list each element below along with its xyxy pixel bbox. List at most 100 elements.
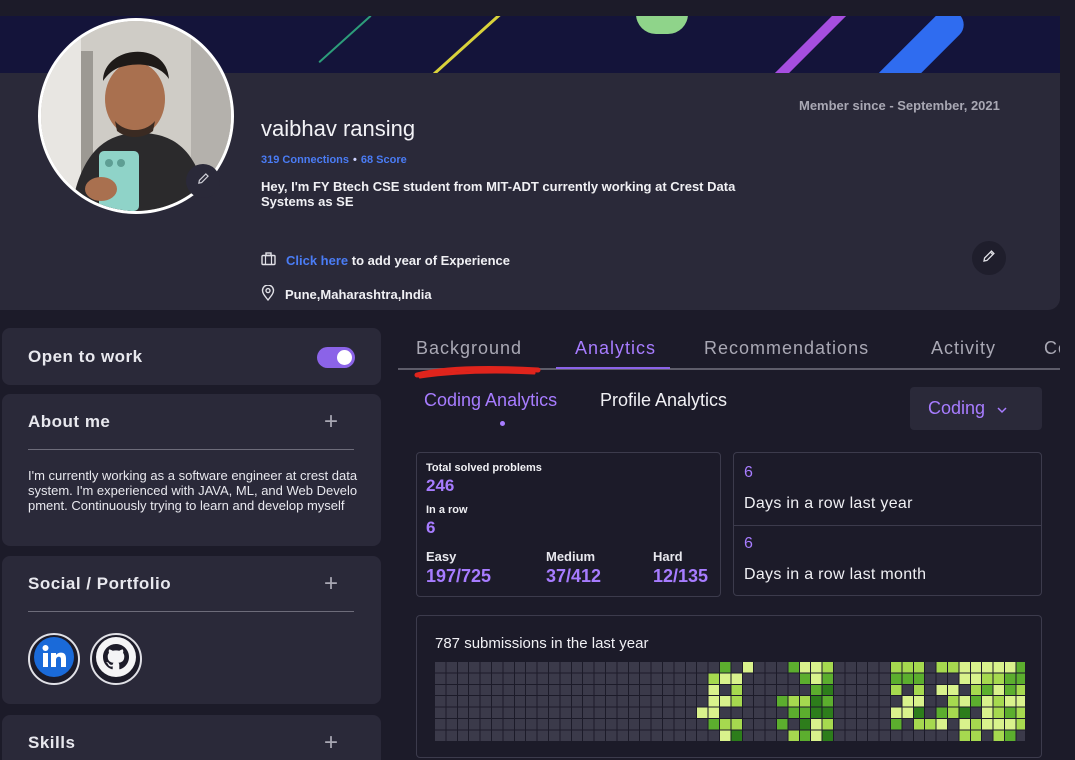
heatmap-cell[interactable] xyxy=(480,707,491,718)
heatmap-cell[interactable] xyxy=(913,730,925,741)
heatmap-cell[interactable] xyxy=(788,684,799,696)
heatmap-cell[interactable] xyxy=(446,673,457,684)
heatmap-cell[interactable] xyxy=(879,696,890,707)
heatmap-cell[interactable] xyxy=(834,673,845,684)
heatmap-cell[interactable] xyxy=(993,662,1004,673)
heatmap-cell[interactable] xyxy=(754,684,765,696)
heatmap-cell[interactable] xyxy=(628,719,640,730)
heatmap-cell[interactable] xyxy=(742,684,754,696)
heatmap-cell[interactable] xyxy=(811,662,822,673)
heatmap-cell[interactable] xyxy=(537,673,548,684)
heatmap-cell[interactable] xyxy=(868,730,879,741)
tab-background[interactable]: Background xyxy=(416,338,522,359)
heatmap-cell[interactable] xyxy=(788,719,799,730)
heatmap-cell[interactable] xyxy=(1016,719,1025,730)
heatmap-cell[interactable] xyxy=(708,673,719,684)
heatmap-cell[interactable] xyxy=(720,707,731,718)
add-social-button[interactable]: + xyxy=(324,572,338,596)
heatmap-cell[interactable] xyxy=(948,730,959,741)
heatmap-cell[interactable] xyxy=(446,684,457,696)
heatmap-cell[interactable] xyxy=(811,707,822,718)
heatmap-cell[interactable] xyxy=(503,696,514,707)
heatmap-cell[interactable] xyxy=(902,707,913,718)
heatmap-cell[interactable] xyxy=(492,719,503,730)
heatmap-cell[interactable] xyxy=(868,707,879,718)
heatmap-cell[interactable] xyxy=(982,707,993,718)
heatmap-cell[interactable] xyxy=(720,684,731,696)
heatmap-cell[interactable] xyxy=(514,730,526,741)
heatmap-cell[interactable] xyxy=(845,707,856,718)
heatmap-cell[interactable] xyxy=(435,730,446,741)
heatmap-cell[interactable] xyxy=(788,707,799,718)
heatmap-cell[interactable] xyxy=(606,684,617,696)
heatmap-cell[interactable] xyxy=(469,707,480,718)
heatmap-cell[interactable] xyxy=(799,673,811,684)
heatmap-cell[interactable] xyxy=(560,673,571,684)
heatmap-cell[interactable] xyxy=(868,673,879,684)
heatmap-cell[interactable] xyxy=(765,684,776,696)
heatmap-cell[interactable] xyxy=(834,662,845,673)
heatmap-cell[interactable] xyxy=(526,662,537,673)
heatmap-cell[interactable] xyxy=(811,696,822,707)
heatmap-cell[interactable] xyxy=(583,707,594,718)
tab-overflow[interactable]: Co xyxy=(1044,338,1060,359)
heatmap-cell[interactable] xyxy=(765,673,776,684)
heatmap-cell[interactable] xyxy=(503,707,514,718)
heatmap-cell[interactable] xyxy=(902,662,913,673)
heatmap-cell[interactable] xyxy=(936,673,947,684)
heatmap-cell[interactable] xyxy=(446,719,457,730)
tab-analytics[interactable]: Analytics xyxy=(575,338,656,359)
heatmap-cell[interactable] xyxy=(435,719,446,730)
heatmap-cell[interactable] xyxy=(674,730,685,741)
heatmap-cell[interactable] xyxy=(959,707,970,718)
heatmap-cell[interactable] xyxy=(891,707,902,718)
heatmap-cell[interactable] xyxy=(628,662,640,673)
heatmap-cell[interactable] xyxy=(913,673,925,684)
heatmap-cell[interactable] xyxy=(720,719,731,730)
heatmap-cell[interactable] xyxy=(549,696,560,707)
heatmap-cell[interactable] xyxy=(902,730,913,741)
heatmap-cell[interactable] xyxy=(571,684,583,696)
heatmap-cell[interactable] xyxy=(651,730,662,741)
heatmap-cell[interactable] xyxy=(948,719,959,730)
heatmap-cell[interactable] xyxy=(925,696,936,707)
heatmap-cell[interactable] xyxy=(674,696,685,707)
heatmap-cell[interactable] xyxy=(1016,673,1025,684)
heatmap-cell[interactable] xyxy=(1005,662,1016,673)
heatmap-cell[interactable] xyxy=(891,730,902,741)
heatmap-cell[interactable] xyxy=(663,730,674,741)
heatmap-cell[interactable] xyxy=(777,696,788,707)
heatmap-cell[interactable] xyxy=(731,662,742,673)
heatmap-cell[interactable] xyxy=(549,673,560,684)
heatmap-cell[interactable] xyxy=(674,707,685,718)
heatmap-cell[interactable] xyxy=(697,730,708,741)
heatmap-cell[interactable] xyxy=(492,730,503,741)
heatmap-cell[interactable] xyxy=(674,662,685,673)
heatmap-cell[interactable] xyxy=(617,684,628,696)
heatmap-cell[interactable] xyxy=(811,684,822,696)
heatmap-cell[interactable] xyxy=(663,684,674,696)
heatmap-cell[interactable] xyxy=(503,673,514,684)
heatmap-cell[interactable] xyxy=(970,684,982,696)
linkedin-link[interactable] xyxy=(28,633,80,685)
heatmap-cell[interactable] xyxy=(549,684,560,696)
heatmap-cell[interactable] xyxy=(879,707,890,718)
heatmap-cell[interactable] xyxy=(480,696,491,707)
heatmap-cell[interactable] xyxy=(697,696,708,707)
heatmap-cell[interactable] xyxy=(674,684,685,696)
heatmap-cell[interactable] xyxy=(708,719,719,730)
heatmap-cell[interactable] xyxy=(834,684,845,696)
heatmap-cell[interactable] xyxy=(868,684,879,696)
heatmap-cell[interactable] xyxy=(868,696,879,707)
heatmap-cell[interactable] xyxy=(571,707,583,718)
heatmap-cell[interactable] xyxy=(435,684,446,696)
heatmap-cell[interactable] xyxy=(514,696,526,707)
heatmap-cell[interactable] xyxy=(845,730,856,741)
heatmap-cell[interactable] xyxy=(537,707,548,718)
heatmap-cell[interactable] xyxy=(457,730,469,741)
heatmap-cell[interactable] xyxy=(720,662,731,673)
heatmap-cell[interactable] xyxy=(697,707,708,718)
heatmap-cell[interactable] xyxy=(925,662,936,673)
heatmap-cell[interactable] xyxy=(606,696,617,707)
heatmap-cell[interactable] xyxy=(537,730,548,741)
